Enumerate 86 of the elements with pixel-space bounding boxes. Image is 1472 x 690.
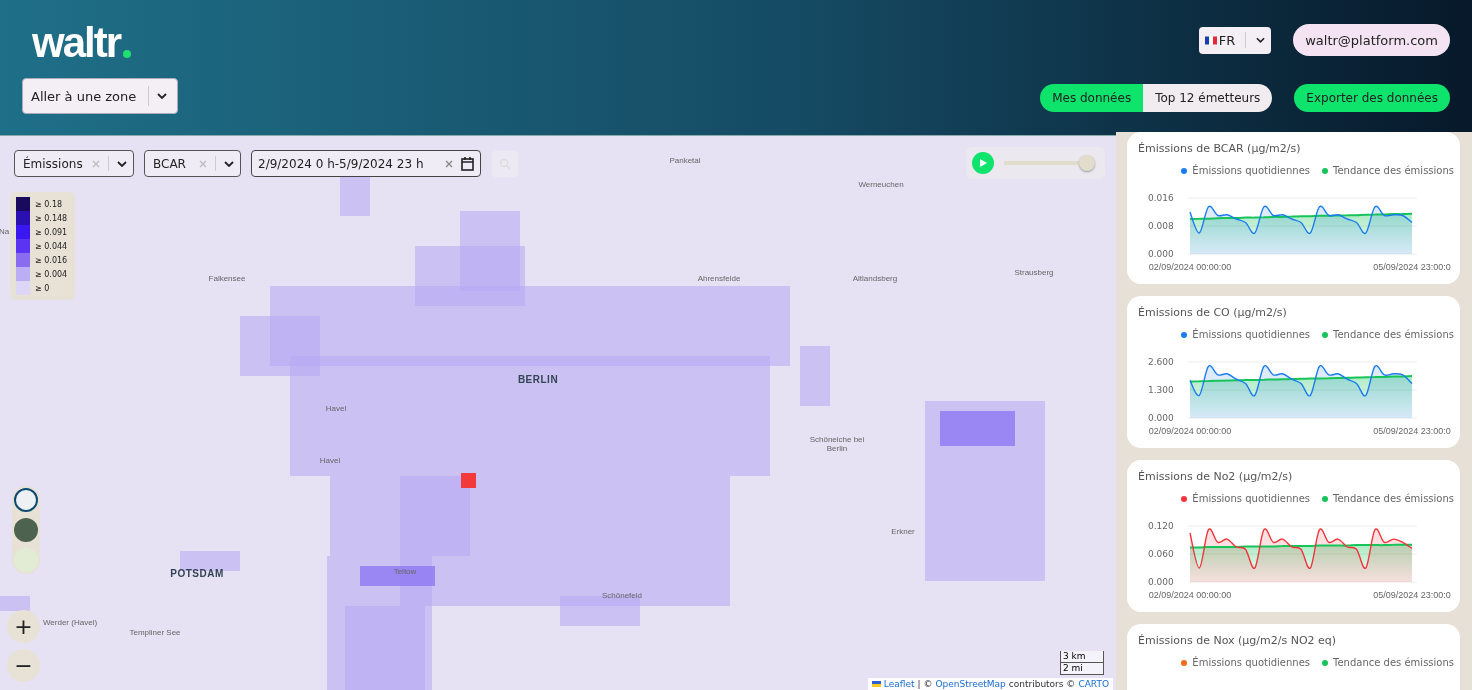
chart-title: Émissions de CO (µg/m2/s) bbox=[1138, 306, 1288, 319]
place-label: Schöneiche bei Berlin bbox=[808, 435, 866, 453]
place-label: Teltow bbox=[393, 566, 417, 576]
legend-label: ≥ 0.044 bbox=[35, 241, 68, 251]
clear-icon bbox=[199, 159, 207, 168]
base-layer-button[interactable] bbox=[14, 518, 38, 542]
place-label: Schönefeld bbox=[602, 590, 642, 600]
filter-select[interactable]: Émissions bbox=[14, 150, 134, 177]
chart-title: Émissions de Nox (µg/m2/s NO2 eq) bbox=[1138, 634, 1338, 647]
legend-label: Tendance des émissions bbox=[1333, 329, 1454, 340]
legend-label: Émissions quotidiennes bbox=[1192, 657, 1311, 668]
axis-tick-label: 0.000 bbox=[1148, 249, 1174, 259]
axis-tick-label: 05/09/2024 23:00:0 bbox=[1373, 262, 1451, 272]
place-label: POTSDAM bbox=[170, 567, 224, 579]
axis-tick-label: 02/09/2024 00:00:00 bbox=[1148, 262, 1232, 272]
axis-tick-label: 02/09/2024 00:00:00 bbox=[1148, 590, 1232, 600]
axis-tick-label: 0.060 bbox=[1148, 549, 1174, 559]
legend-label: Émissions quotidiennes bbox=[1192, 493, 1311, 504]
place-label: Strausberg bbox=[1014, 267, 1054, 277]
chevron-down-icon bbox=[1256, 37, 1266, 43]
place-label: Erkner bbox=[891, 526, 915, 536]
chevron-down-icon bbox=[224, 160, 234, 167]
attribution-text: | © bbox=[917, 679, 933, 689]
axis-tick-label: 0.008 bbox=[1148, 221, 1174, 231]
axis-tick-label: 0.000 bbox=[1148, 577, 1174, 587]
place-label: Na bbox=[0, 226, 10, 236]
zoom-in-button[interactable]: + bbox=[7, 610, 40, 643]
attribution-link[interactable]: OpenStreetMap bbox=[935, 679, 1006, 689]
logo-dot-icon bbox=[123, 50, 132, 58]
chevron-down-icon bbox=[157, 93, 167, 99]
legend-label: ≥ 0.18 bbox=[35, 199, 63, 209]
date-range-field[interactable]: 2/9/2024 0 h-5/9/2024 23 h bbox=[251, 150, 481, 177]
place-label: Werneuchen bbox=[858, 179, 904, 189]
place-label: Panketal bbox=[669, 155, 701, 165]
legend-label: Tendance des émissions bbox=[1333, 165, 1454, 176]
legend-label: Émissions quotidiennes bbox=[1192, 165, 1311, 176]
scale-bar: 2 mi bbox=[1060, 663, 1104, 675]
clear-icon bbox=[445, 159, 453, 168]
place-label: BERLIN bbox=[517, 373, 559, 385]
attribution-link[interactable]: CARTO bbox=[1078, 679, 1109, 689]
view-tab[interactable]: Mes données bbox=[1040, 84, 1144, 112]
axis-tick-label: 05/09/2024 23:00:0 bbox=[1373, 590, 1451, 600]
chart-title: Émissions de No2 (µg/m2/s) bbox=[1138, 470, 1294, 483]
zone-select[interactable]: Aller à une zone bbox=[22, 78, 178, 114]
flag-icon bbox=[871, 681, 881, 687]
place-label: Ahrensfelde bbox=[697, 273, 741, 283]
axis-tick-label: 2.600 bbox=[1148, 357, 1174, 367]
clear-icon bbox=[92, 159, 100, 168]
chart-title: Émissions de BCAR (µg/m2/s) bbox=[1138, 142, 1302, 155]
calendar-icon bbox=[461, 156, 474, 171]
attribution-text: contributors © bbox=[1008, 679, 1076, 689]
place-label: Havel bbox=[325, 403, 347, 413]
legend-label: ≥ 0.016 bbox=[35, 255, 68, 265]
place-label: Templiner See bbox=[129, 627, 181, 637]
legend-label: ≥ 0.091 bbox=[35, 227, 68, 237]
language-select[interactable]: FR bbox=[1198, 26, 1272, 54]
place-label: Altlandsberg bbox=[852, 273, 898, 283]
legend-label: Tendance des émissions bbox=[1333, 657, 1454, 668]
legend-label: Tendance des émissions bbox=[1333, 493, 1454, 504]
play-button[interactable] bbox=[972, 152, 994, 174]
legend-label: ≥ 0.004 bbox=[35, 269, 68, 279]
chevron-down-icon bbox=[117, 160, 127, 167]
place-label: Falkensee bbox=[208, 273, 246, 283]
legend-label: Émissions quotidiennes bbox=[1192, 329, 1311, 340]
axis-tick-label: 0.000 bbox=[1148, 413, 1174, 423]
axis-tick-label: 1.300 bbox=[1148, 385, 1174, 395]
view-tab[interactable]: Top 12 émetteurs bbox=[1143, 84, 1273, 112]
place-label: Havel bbox=[319, 455, 341, 465]
export-button[interactable]: Exporter des données bbox=[1294, 84, 1450, 112]
slider-thumb[interactable] bbox=[1079, 155, 1095, 171]
attribution-link[interactable]: Leaflet bbox=[883, 679, 915, 689]
place-label: Werder (Havel) bbox=[42, 617, 98, 627]
user-account-button[interactable]: waltr@platform.com bbox=[1293, 24, 1450, 56]
filter-select[interactable]: BCAR bbox=[144, 150, 241, 177]
legend-label: ≥ 0.148 bbox=[35, 213, 68, 223]
play-icon bbox=[979, 159, 987, 167]
scale-bar: 3 km bbox=[1060, 651, 1104, 663]
axis-tick-label: 0.120 bbox=[1148, 521, 1174, 531]
axis-tick-label: 02/09/2024 00:00:00 bbox=[1148, 426, 1232, 436]
axis-tick-label: 0.016 bbox=[1148, 193, 1174, 203]
base-layer-button[interactable] bbox=[14, 488, 38, 512]
zoom-out-button[interactable]: − bbox=[7, 649, 40, 682]
flag-icon bbox=[1204, 35, 1217, 45]
axis-tick-label: 05/09/2024 23:00:0 bbox=[1373, 426, 1451, 436]
logo: waltr bbox=[22, 22, 132, 64]
legend-label: ≥ 0 bbox=[35, 283, 50, 293]
